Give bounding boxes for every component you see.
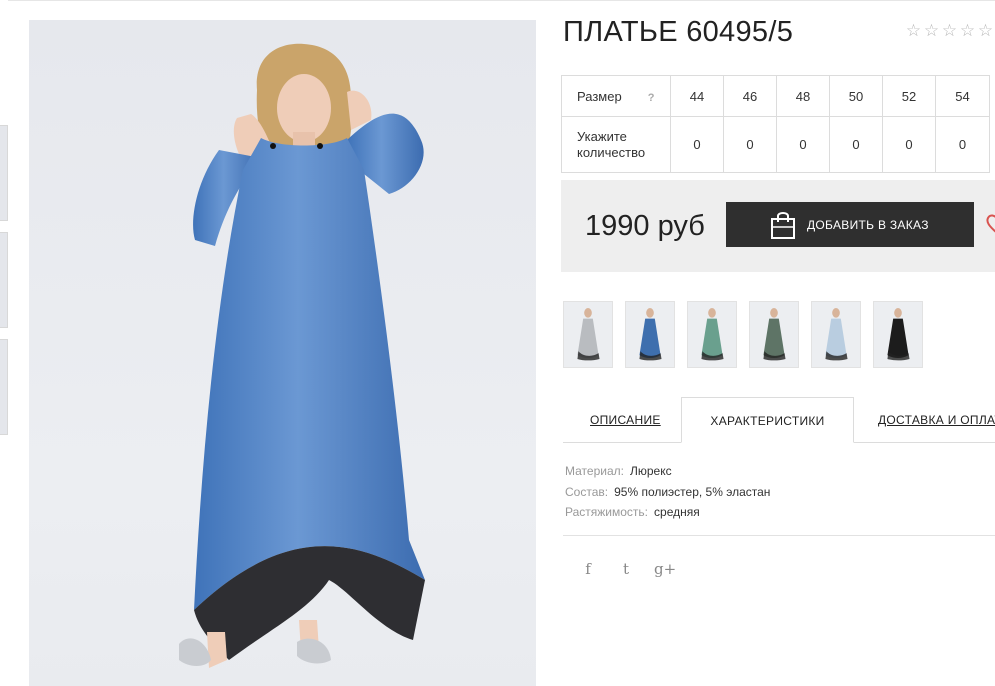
- google-plus-icon[interactable]: g+: [654, 560, 676, 578]
- price: 1990 руб: [585, 210, 705, 242]
- size-label: Размер: [577, 88, 622, 104]
- star-icon[interactable]: ☆: [941, 22, 958, 39]
- star-icon[interactable]: ☆: [977, 22, 994, 39]
- heart-icon[interactable]: [985, 212, 995, 236]
- tab-label: ХАРАКТЕРИСТИКИ: [710, 414, 825, 428]
- size-value: 52: [882, 75, 936, 117]
- characteristic-row: Материал: Люрекс: [565, 461, 770, 482]
- characteristics-list: Материал: Люрекс Состав: 95% полиэстер, 5%…: [565, 461, 770, 523]
- characteristic-key: Состав:: [565, 484, 609, 499]
- variant-thumbnail[interactable]: [687, 301, 737, 368]
- product-title: ПЛАТЬЕ 60495/5: [563, 16, 794, 48]
- add-to-order-label: ДОБАВИТЬ В ЗАКАЗ: [807, 217, 929, 232]
- star-icon[interactable]: ☆: [959, 22, 976, 39]
- variant-thumbnail[interactable]: [563, 301, 613, 368]
- size-table: Размер? 44 46 48 50 52 54 Укажите количе…: [561, 75, 990, 173]
- characteristic-value: средняя: [654, 505, 700, 519]
- size-value: 50: [829, 75, 883, 117]
- quantity-input[interactable]: 0: [723, 116, 777, 173]
- variant-thumbnail[interactable]: [811, 301, 861, 368]
- characteristic-value: Люрекс: [629, 464, 672, 478]
- add-to-order-button[interactable]: ДОБАВИТЬ В ЗАКАЗ: [726, 202, 974, 247]
- shopping-bag-icon: [769, 210, 797, 240]
- size-value: 48: [776, 75, 830, 117]
- tab-delivery-payment[interactable]: ДОСТАВКА И ОПЛАТА: [878, 397, 995, 443]
- quantity-input[interactable]: 0: [829, 116, 883, 173]
- price-box: 1990 руб ДОБАВИТЬ В ЗАКАЗ: [561, 180, 995, 272]
- size-value: 54: [935, 75, 990, 117]
- quantity-input[interactable]: 0: [776, 116, 830, 173]
- quantity-label-cell: Укажите количество: [561, 116, 671, 173]
- variant-thumbnails: [563, 301, 923, 368]
- quantity-input[interactable]: 0: [935, 116, 990, 173]
- product-main-photo[interactable]: [29, 20, 536, 686]
- variant-thumbnail[interactable]: [625, 301, 675, 368]
- tab-characteristics[interactable]: ХАРАКТЕРИСТИКИ: [681, 397, 854, 443]
- size-value: 44: [670, 75, 724, 117]
- variant-thumbnail[interactable]: [749, 301, 799, 368]
- quantity-label-line2: количество: [577, 144, 646, 160]
- quantity-input[interactable]: 0: [882, 116, 936, 173]
- star-icon[interactable]: ☆: [905, 22, 922, 39]
- size-row: Размер? 44 46 48 50 52 54: [561, 75, 990, 117]
- size-value: 46: [723, 75, 777, 117]
- star-icon[interactable]: ☆: [923, 22, 940, 39]
- gallery-thumb-partial[interactable]: [0, 339, 8, 435]
- tab-description[interactable]: ОПИСАНИЕ: [590, 397, 661, 443]
- characteristic-value: 95% полиэстер, 5% эластан: [614, 484, 771, 499]
- characteristic-row: Состав: 95% полиэстер, 5% эластан: [565, 482, 770, 503]
- twitter-icon[interactable]: t: [616, 560, 636, 578]
- variant-thumbnail[interactable]: [873, 301, 923, 368]
- quantity-row: Укажите количество 0 0 0 0 0 0: [561, 116, 990, 173]
- characteristic-key: Материал:: [565, 464, 624, 478]
- top-border: [8, 0, 995, 4]
- social-share: f t g+: [578, 560, 676, 578]
- quantity-label-line1: Укажите: [577, 128, 627, 144]
- tab-label: ДОСТАВКА И ОПЛАТА: [878, 413, 995, 427]
- characteristic-key: Растяжимость:: [565, 505, 649, 519]
- gallery-thumb-partial[interactable]: [0, 125, 8, 221]
- product-tabs: ОПИСАНИЕ ХАРАКТЕРИСТИКИ ДОСТАВКА И ОПЛАТ…: [563, 397, 995, 443]
- size-label-cell: Размер?: [561, 75, 671, 117]
- rating-stars[interactable]: ☆ ☆ ☆ ☆ ☆: [905, 22, 994, 39]
- tab-label: ОПИСАНИЕ: [590, 413, 661, 427]
- facebook-icon[interactable]: f: [578, 560, 598, 578]
- help-icon[interactable]: ?: [648, 92, 655, 104]
- divider: [563, 535, 995, 536]
- gallery-thumb-partial[interactable]: [0, 232, 8, 328]
- characteristic-row: Растяжимость: средняя: [565, 502, 770, 523]
- quantity-input[interactable]: 0: [670, 116, 724, 173]
